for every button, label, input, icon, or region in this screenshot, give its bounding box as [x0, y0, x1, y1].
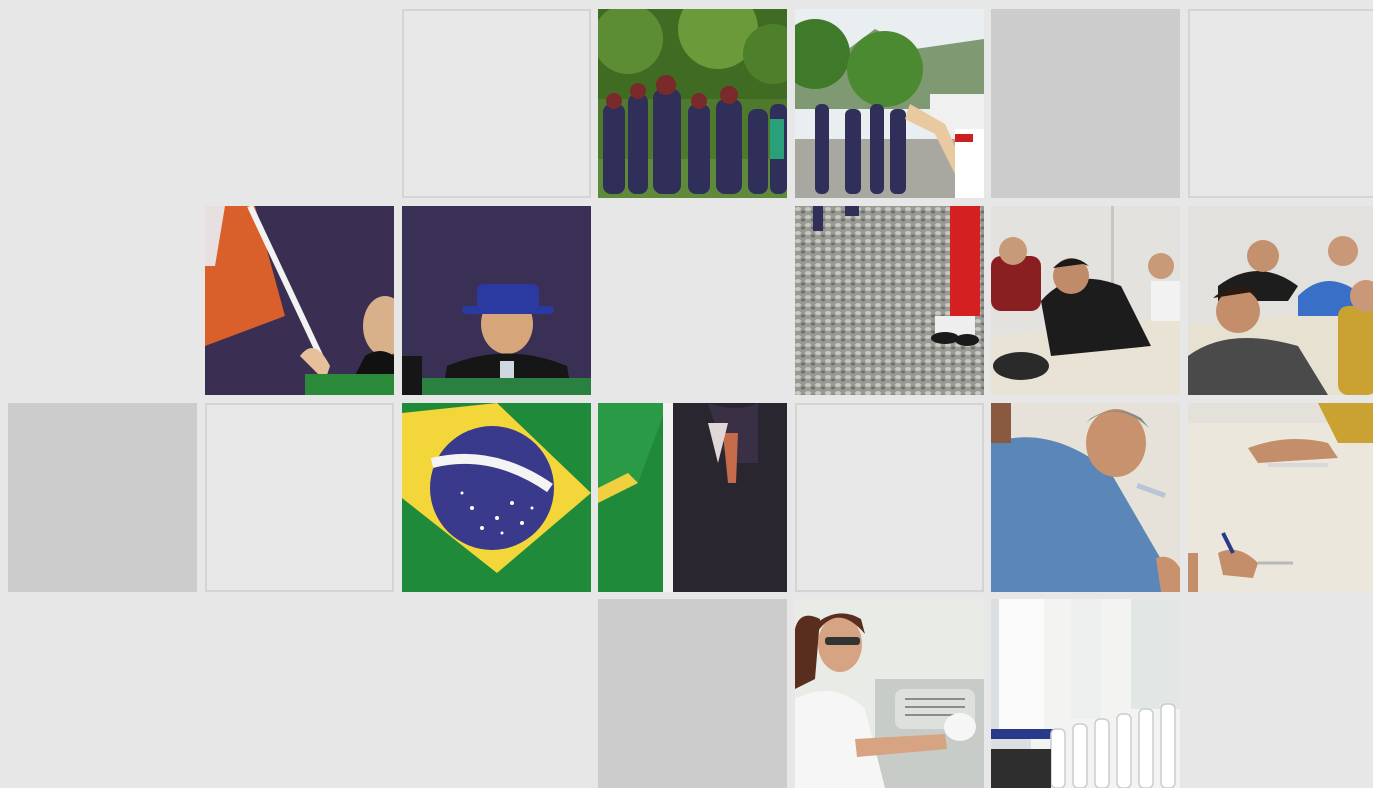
photo-tile-gravel-feet[interactable]	[795, 206, 984, 395]
photo-tile-students-exam[interactable]	[1188, 206, 1373, 395]
hands-writing-image	[1188, 403, 1373, 592]
empty-outline-tile	[205, 403, 394, 592]
man-writing-image	[991, 403, 1180, 592]
lab-equipment-image	[991, 599, 1180, 788]
green-flag-suit-image	[598, 403, 787, 592]
photo-tile-students-exam[interactable]	[991, 206, 1180, 395]
photo-tile-brazil-flag[interactable]	[402, 403, 591, 592]
photo-tile-man-writing[interactable]	[991, 403, 1180, 592]
empty-solid-tile	[991, 9, 1180, 198]
photo-tile-dancers-road[interactable]	[795, 9, 984, 198]
photo-tile-lab-equipment[interactable]	[991, 599, 1180, 788]
photo-tile-hands-writing[interactable]	[1188, 403, 1373, 592]
photo-tile-dancers-forest[interactable]	[598, 9, 787, 198]
photo-tile-lab-technician[interactable]	[795, 599, 984, 788]
gravel-feet-image	[795, 206, 984, 395]
empty-solid-tile	[8, 403, 197, 592]
empty-outline-tile	[1188, 9, 1373, 198]
photo-tile-flag-bearer[interactable]	[205, 206, 394, 395]
man-blue-hat-image	[402, 206, 591, 395]
empty-solid-tile	[598, 599, 787, 788]
empty-outline-tile	[795, 403, 984, 592]
empty-outline-tile	[402, 9, 591, 198]
dancers-forest-image	[598, 9, 787, 198]
students-exam-image	[991, 206, 1180, 395]
lab-technician-image	[795, 599, 984, 788]
flag-bearer-image	[205, 206, 394, 395]
dancers-road-image	[795, 9, 984, 198]
photo-mosaic	[0, 0, 1373, 788]
photo-tile-green-flag-suit[interactable]	[598, 403, 787, 592]
brazil-flag-image	[402, 403, 591, 592]
photo-tile-man-blue-hat[interactable]	[402, 206, 591, 395]
students-exam-image	[1188, 206, 1373, 395]
